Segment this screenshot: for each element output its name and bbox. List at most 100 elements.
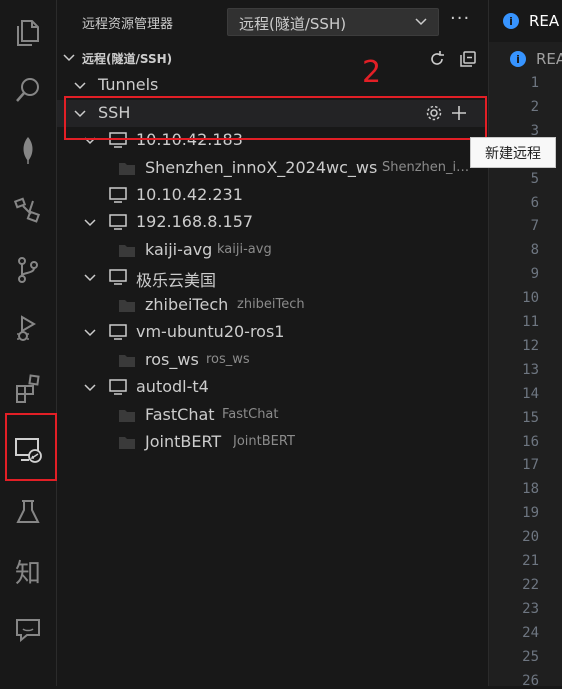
tree-item-label: vm-ubuntu20-ros1 bbox=[136, 322, 285, 341]
line-number: 13 bbox=[522, 361, 539, 378]
tree-item-label: 极乐云美国 bbox=[136, 271, 217, 290]
tree-item-host[interactable]: 极乐云美国 bbox=[57, 264, 487, 291]
monitor-icon bbox=[109, 379, 127, 395]
folder-icon bbox=[119, 163, 135, 175]
tree-item-description: ros_ws bbox=[206, 352, 250, 367]
line-number: 5 bbox=[530, 170, 539, 187]
line-number: 10 bbox=[522, 290, 539, 307]
chevron-down-icon bbox=[415, 18, 427, 26]
folder-icon bbox=[119, 437, 135, 449]
tree-item-label: kaiji-avg bbox=[145, 240, 213, 259]
extensions-button[interactable] bbox=[0, 364, 56, 412]
line-number: 21 bbox=[522, 553, 539, 569]
mongodb-button[interactable] bbox=[0, 126, 56, 174]
flask-icon bbox=[16, 500, 40, 523]
annotation-box-1 bbox=[5, 413, 57, 481]
sidebar-header: 远程资源管理器 远程(隧道/SSH) ··· bbox=[57, 0, 487, 44]
info-icon: i bbox=[503, 13, 519, 29]
tree-item-label: Shenzhen_innoX_2024wc_ws bbox=[145, 158, 378, 177]
line-number: 17 bbox=[522, 457, 539, 474]
tree-item-label: FastChat bbox=[145, 405, 215, 424]
tree-item-description: Shenzhen_innoX_2024wc_ws bbox=[382, 160, 470, 175]
line-number: 1 bbox=[530, 75, 539, 91]
search-button[interactable] bbox=[0, 66, 56, 114]
tree-item-folder[interactable]: FastChat FastChat bbox=[57, 402, 487, 429]
line-number: 2 bbox=[530, 98, 539, 115]
chevron-down-icon bbox=[74, 82, 86, 90]
line-number: 26 bbox=[522, 672, 539, 689]
tree-item-label: zhibeiTech bbox=[145, 295, 229, 314]
line-number: 6 bbox=[530, 194, 539, 211]
line-number: 14 bbox=[522, 385, 539, 402]
editor-tab-label: REA bbox=[529, 12, 560, 30]
monitor-icon bbox=[109, 187, 127, 203]
chevron-down-icon bbox=[63, 54, 75, 62]
feedback-button[interactable] bbox=[0, 606, 56, 654]
chevron-down-icon bbox=[84, 274, 96, 282]
new-remote-tooltip: 新建远程 bbox=[470, 137, 556, 168]
explorer-button[interactable] bbox=[0, 9, 56, 57]
leaf-icon bbox=[23, 137, 33, 164]
monitor-icon bbox=[109, 269, 127, 285]
tree-item-folder[interactable]: ros_ws ros_ws bbox=[57, 347, 487, 374]
run-debug-button[interactable] bbox=[0, 304, 56, 352]
graph-icon bbox=[13, 197, 41, 223]
chevron-down-icon bbox=[84, 329, 96, 337]
tree-item-host[interactable]: autodl-t4 bbox=[57, 374, 487, 401]
graph-button[interactable] bbox=[0, 186, 56, 234]
zhi-glyph: 知 bbox=[14, 558, 41, 589]
line-number: 15 bbox=[522, 409, 539, 426]
debug-icon bbox=[17, 315, 36, 341]
tree-item-host[interactable]: 10.10.42.231 bbox=[57, 182, 487, 209]
git-branch-icon bbox=[18, 257, 38, 283]
line-number: 23 bbox=[522, 600, 539, 617]
annotation-number-2: 2 bbox=[362, 55, 382, 90]
tree-item-folder[interactable]: zhibeiTech zhibeiTech bbox=[57, 292, 487, 319]
collapse-all-button[interactable] bbox=[457, 48, 479, 70]
editor-area: i REA i REA 1234567891011121314151617181… bbox=[488, 0, 562, 689]
line-number: 8 bbox=[530, 242, 539, 259]
remote-type-select[interactable]: 远程(隧道/SSH) bbox=[227, 8, 439, 36]
editor-tab[interactable]: i REA bbox=[489, 0, 562, 42]
remote-type-select-value: 远程(隧道/SSH) bbox=[239, 15, 347, 33]
monitor-icon bbox=[109, 214, 127, 230]
line-number: 7 bbox=[530, 218, 539, 235]
tree-item-label: Tunnels bbox=[98, 75, 159, 94]
tree-item-host[interactable]: vm-ubuntu20-ros1 bbox=[57, 319, 487, 346]
collapse-all-icon bbox=[460, 51, 476, 67]
tree-item-description: kaiji-avg bbox=[217, 242, 272, 257]
line-number: 18 bbox=[522, 481, 539, 498]
line-number: 11 bbox=[522, 314, 539, 330]
tree-item-label: JointBERT bbox=[145, 432, 222, 451]
tree-item-label: autodl-t4 bbox=[136, 377, 209, 396]
tree-item-label: 192.168.8.157 bbox=[136, 212, 254, 231]
tree-item-folder[interactable]: JointBERT JointBERT bbox=[57, 429, 487, 456]
line-number: 12 bbox=[522, 337, 539, 354]
tree-item-description: JointBERT bbox=[233, 434, 295, 449]
line-number: 16 bbox=[522, 433, 539, 450]
testing-button[interactable] bbox=[0, 488, 56, 536]
refresh-icon bbox=[431, 51, 444, 65]
tree-item-description: FastChat bbox=[222, 407, 279, 422]
breadcrumb-label: REA bbox=[536, 50, 562, 68]
tree-item-label: ros_ws bbox=[145, 350, 199, 369]
folder-icon bbox=[119, 245, 135, 257]
line-number: 24 bbox=[522, 624, 539, 641]
more-actions-button[interactable]: ··· bbox=[450, 8, 470, 29]
folder-icon bbox=[119, 300, 135, 312]
folder-icon bbox=[119, 355, 135, 367]
tree-item-folder[interactable]: kaiji-avg kaiji-avg bbox=[57, 237, 487, 264]
search-icon bbox=[16, 78, 39, 102]
tree-item-host[interactable]: 192.168.8.157 bbox=[57, 209, 487, 236]
zhi-button[interactable]: 知 bbox=[0, 547, 56, 595]
monitor-icon bbox=[109, 324, 127, 340]
source-control-button[interactable] bbox=[0, 246, 56, 294]
refresh-button[interactable] bbox=[426, 48, 448, 70]
info-icon: i bbox=[510, 51, 526, 67]
feedback-icon bbox=[16, 619, 40, 643]
tree-item-description: zhibeiTech bbox=[237, 297, 305, 312]
sidebar-title: 远程资源管理器 bbox=[82, 17, 174, 32]
tree-item-tunnels[interactable]: Tunnels bbox=[57, 72, 487, 99]
tree-item-folder[interactable]: Shenzhen_innoX_2024wc_ws Shenzhen_innoX_… bbox=[57, 155, 487, 182]
section-header[interactable]: 远程(隧道/SSH) bbox=[57, 44, 487, 72]
